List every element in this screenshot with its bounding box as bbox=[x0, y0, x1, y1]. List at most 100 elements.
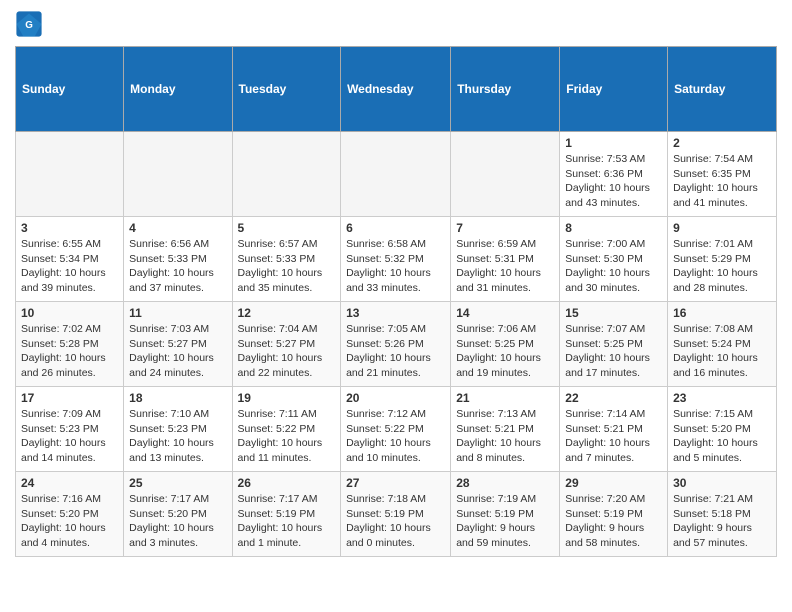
logo-icon: G bbox=[15, 10, 43, 38]
day-cell bbox=[124, 132, 232, 217]
day-info: Sunrise: 7:15 AM Sunset: 5:20 PM Dayligh… bbox=[673, 407, 771, 466]
day-info: Sunrise: 7:16 AM Sunset: 5:20 PM Dayligh… bbox=[21, 492, 118, 551]
day-cell: 29 Sunrise: 7:20 AM Sunset: 5:19 PM Dayli… bbox=[560, 472, 668, 557]
day-info: Sunrise: 7:04 AM Sunset: 5:27 PM Dayligh… bbox=[238, 322, 336, 381]
day-cell: 14 Sunrise: 7:06 AM Sunset: 5:25 PM Dayli… bbox=[451, 302, 560, 387]
day-cell: 13 Sunrise: 7:05 AM Sunset: 5:26 PM Dayli… bbox=[341, 302, 451, 387]
day-number: 7 bbox=[456, 221, 554, 235]
day-cell: 8Sunrise: 7:00 AM Sunset: 5:30 PM Daylig… bbox=[560, 217, 668, 302]
day-cell bbox=[341, 132, 451, 217]
calendar-header-row: SundayMondayTuesdayWednesdayThursdayFrid… bbox=[16, 47, 777, 132]
week-row-1: 1 Sunrise: 7:53 AM Sunset: 6:36 PM Daylig… bbox=[16, 132, 777, 217]
day-number: 11 bbox=[129, 306, 226, 320]
day-cell bbox=[16, 132, 124, 217]
day-cell: 21Sunrise: 7:13 AM Sunset: 5:21 PM Dayli… bbox=[451, 387, 560, 472]
day-cell: 25Sunrise: 7:17 AM Sunset: 5:20 PM Dayli… bbox=[124, 472, 232, 557]
day-cell: 10Sunrise: 7:02 AM Sunset: 5:28 PM Dayli… bbox=[16, 302, 124, 387]
day-cell: 17 Sunrise: 7:09 AM Sunset: 5:23 PM Dayli… bbox=[16, 387, 124, 472]
day-number: 12 bbox=[238, 306, 336, 320]
day-number: 19 bbox=[238, 391, 336, 405]
day-info: Sunrise: 6:59 AM Sunset: 5:31 PM Dayligh… bbox=[456, 237, 554, 296]
day-info: Sunrise: 7:05 AM Sunset: 5:26 PM Dayligh… bbox=[346, 322, 445, 381]
day-info: Sunrise: 7:06 AM Sunset: 5:25 PM Dayligh… bbox=[456, 322, 554, 381]
week-row-4: 17 Sunrise: 7:09 AM Sunset: 5:23 PM Dayli… bbox=[16, 387, 777, 472]
day-info: Sunrise: 7:00 AM Sunset: 5:30 PM Dayligh… bbox=[565, 237, 662, 296]
day-number: 29 bbox=[565, 476, 662, 490]
day-number: 14 bbox=[456, 306, 554, 320]
day-cell: 3Sunrise: 6:55 AM Sunset: 5:34 PM Daylig… bbox=[16, 217, 124, 302]
calendar-page: G SundayMondayTuesdayWednesdayThursdayFr… bbox=[0, 0, 792, 567]
day-cell: 2 Sunrise: 7:54 AM Sunset: 6:35 PM Daylig… bbox=[668, 132, 777, 217]
col-header-monday: Monday bbox=[124, 47, 232, 132]
day-cell: 24 Sunrise: 7:16 AM Sunset: 5:20 PM Dayli… bbox=[16, 472, 124, 557]
day-number: 1 bbox=[565, 136, 662, 150]
day-cell: 27 Sunrise: 7:18 AM Sunset: 5:19 PM Dayli… bbox=[341, 472, 451, 557]
day-number: 4 bbox=[129, 221, 226, 235]
day-cell: 7 Sunrise: 6:59 AM Sunset: 5:31 PM Daylig… bbox=[451, 217, 560, 302]
day-number: 9 bbox=[673, 221, 771, 235]
day-info: Sunrise: 7:11 AM Sunset: 5:22 PM Dayligh… bbox=[238, 407, 336, 466]
day-number: 26 bbox=[238, 476, 336, 490]
day-number: 2 bbox=[673, 136, 771, 150]
day-info: Sunrise: 7:14 AM Sunset: 5:21 PM Dayligh… bbox=[565, 407, 662, 466]
day-info: Sunrise: 6:56 AM Sunset: 5:33 PM Dayligh… bbox=[129, 237, 226, 296]
day-cell: 26 Sunrise: 7:17 AM Sunset: 5:19 PM Dayli… bbox=[232, 472, 341, 557]
day-number: 28 bbox=[456, 476, 554, 490]
day-number: 20 bbox=[346, 391, 445, 405]
day-cell: 16Sunrise: 7:08 AM Sunset: 5:24 PM Dayli… bbox=[668, 302, 777, 387]
day-info: Sunrise: 7:09 AM Sunset: 5:23 PM Dayligh… bbox=[21, 407, 118, 466]
day-number: 17 bbox=[21, 391, 118, 405]
day-info: Sunrise: 7:18 AM Sunset: 5:19 PM Dayligh… bbox=[346, 492, 445, 551]
day-info: Sunrise: 6:55 AM Sunset: 5:34 PM Dayligh… bbox=[21, 237, 118, 296]
day-cell bbox=[232, 132, 341, 217]
day-info: Sunrise: 7:17 AM Sunset: 5:19 PM Dayligh… bbox=[238, 492, 336, 551]
day-number: 18 bbox=[129, 391, 226, 405]
week-row-3: 10Sunrise: 7:02 AM Sunset: 5:28 PM Dayli… bbox=[16, 302, 777, 387]
day-cell: 4 Sunrise: 6:56 AM Sunset: 5:33 PM Daylig… bbox=[124, 217, 232, 302]
day-info: Sunrise: 7:53 AM Sunset: 6:36 PM Dayligh… bbox=[565, 152, 662, 211]
day-info: Sunrise: 7:19 AM Sunset: 5:19 PM Dayligh… bbox=[456, 492, 554, 551]
day-cell: 19 Sunrise: 7:11 AM Sunset: 5:22 PM Dayli… bbox=[232, 387, 341, 472]
day-cell: 30 Sunrise: 7:21 AM Sunset: 5:18 PM Dayli… bbox=[668, 472, 777, 557]
day-info: Sunrise: 7:13 AM Sunset: 5:21 PM Dayligh… bbox=[456, 407, 554, 466]
day-number: 15 bbox=[565, 306, 662, 320]
day-number: 30 bbox=[673, 476, 771, 490]
col-header-sunday: Sunday bbox=[16, 47, 124, 132]
day-cell: 5Sunrise: 6:57 AM Sunset: 5:33 PM Daylig… bbox=[232, 217, 341, 302]
col-header-saturday: Saturday bbox=[668, 47, 777, 132]
day-number: 25 bbox=[129, 476, 226, 490]
day-cell: 1 Sunrise: 7:53 AM Sunset: 6:36 PM Daylig… bbox=[560, 132, 668, 217]
day-info: Sunrise: 7:12 AM Sunset: 5:22 PM Dayligh… bbox=[346, 407, 445, 466]
day-info: Sunrise: 6:58 AM Sunset: 5:32 PM Dayligh… bbox=[346, 237, 445, 296]
day-cell: 28 Sunrise: 7:19 AM Sunset: 5:19 PM Dayli… bbox=[451, 472, 560, 557]
day-info: Sunrise: 7:21 AM Sunset: 5:18 PM Dayligh… bbox=[673, 492, 771, 551]
week-row-5: 24 Sunrise: 7:16 AM Sunset: 5:20 PM Dayli… bbox=[16, 472, 777, 557]
week-row-2: 3Sunrise: 6:55 AM Sunset: 5:34 PM Daylig… bbox=[16, 217, 777, 302]
day-info: Sunrise: 7:20 AM Sunset: 5:19 PM Dayligh… bbox=[565, 492, 662, 551]
day-number: 6 bbox=[346, 221, 445, 235]
day-cell: 12 Sunrise: 7:04 AM Sunset: 5:27 PM Dayli… bbox=[232, 302, 341, 387]
day-info: Sunrise: 7:54 AM Sunset: 6:35 PM Dayligh… bbox=[673, 152, 771, 211]
svg-text:G: G bbox=[25, 20, 33, 31]
day-cell: 23 Sunrise: 7:15 AM Sunset: 5:20 PM Dayli… bbox=[668, 387, 777, 472]
day-number: 23 bbox=[673, 391, 771, 405]
day-cell: 22 Sunrise: 7:14 AM Sunset: 5:21 PM Dayli… bbox=[560, 387, 668, 472]
day-info: Sunrise: 7:03 AM Sunset: 5:27 PM Dayligh… bbox=[129, 322, 226, 381]
day-number: 5 bbox=[238, 221, 336, 235]
day-cell: 15 Sunrise: 7:07 AM Sunset: 5:25 PM Dayli… bbox=[560, 302, 668, 387]
day-number: 22 bbox=[565, 391, 662, 405]
calendar-table: SundayMondayTuesdayWednesdayThursdayFrid… bbox=[15, 46, 777, 557]
day-info: Sunrise: 7:10 AM Sunset: 5:23 PM Dayligh… bbox=[129, 407, 226, 466]
day-cell: 11 Sunrise: 7:03 AM Sunset: 5:27 PM Dayli… bbox=[124, 302, 232, 387]
day-number: 24 bbox=[21, 476, 118, 490]
day-info: Sunrise: 7:01 AM Sunset: 5:29 PM Dayligh… bbox=[673, 237, 771, 296]
day-cell: 20 Sunrise: 7:12 AM Sunset: 5:22 PM Dayli… bbox=[341, 387, 451, 472]
col-header-wednesday: Wednesday bbox=[341, 47, 451, 132]
day-number: 27 bbox=[346, 476, 445, 490]
day-number: 13 bbox=[346, 306, 445, 320]
day-info: Sunrise: 7:02 AM Sunset: 5:28 PM Dayligh… bbox=[21, 322, 118, 381]
day-info: Sunrise: 7:07 AM Sunset: 5:25 PM Dayligh… bbox=[565, 322, 662, 381]
day-cell: 6 Sunrise: 6:58 AM Sunset: 5:32 PM Daylig… bbox=[341, 217, 451, 302]
col-header-friday: Friday bbox=[560, 47, 668, 132]
day-number: 16 bbox=[673, 306, 771, 320]
